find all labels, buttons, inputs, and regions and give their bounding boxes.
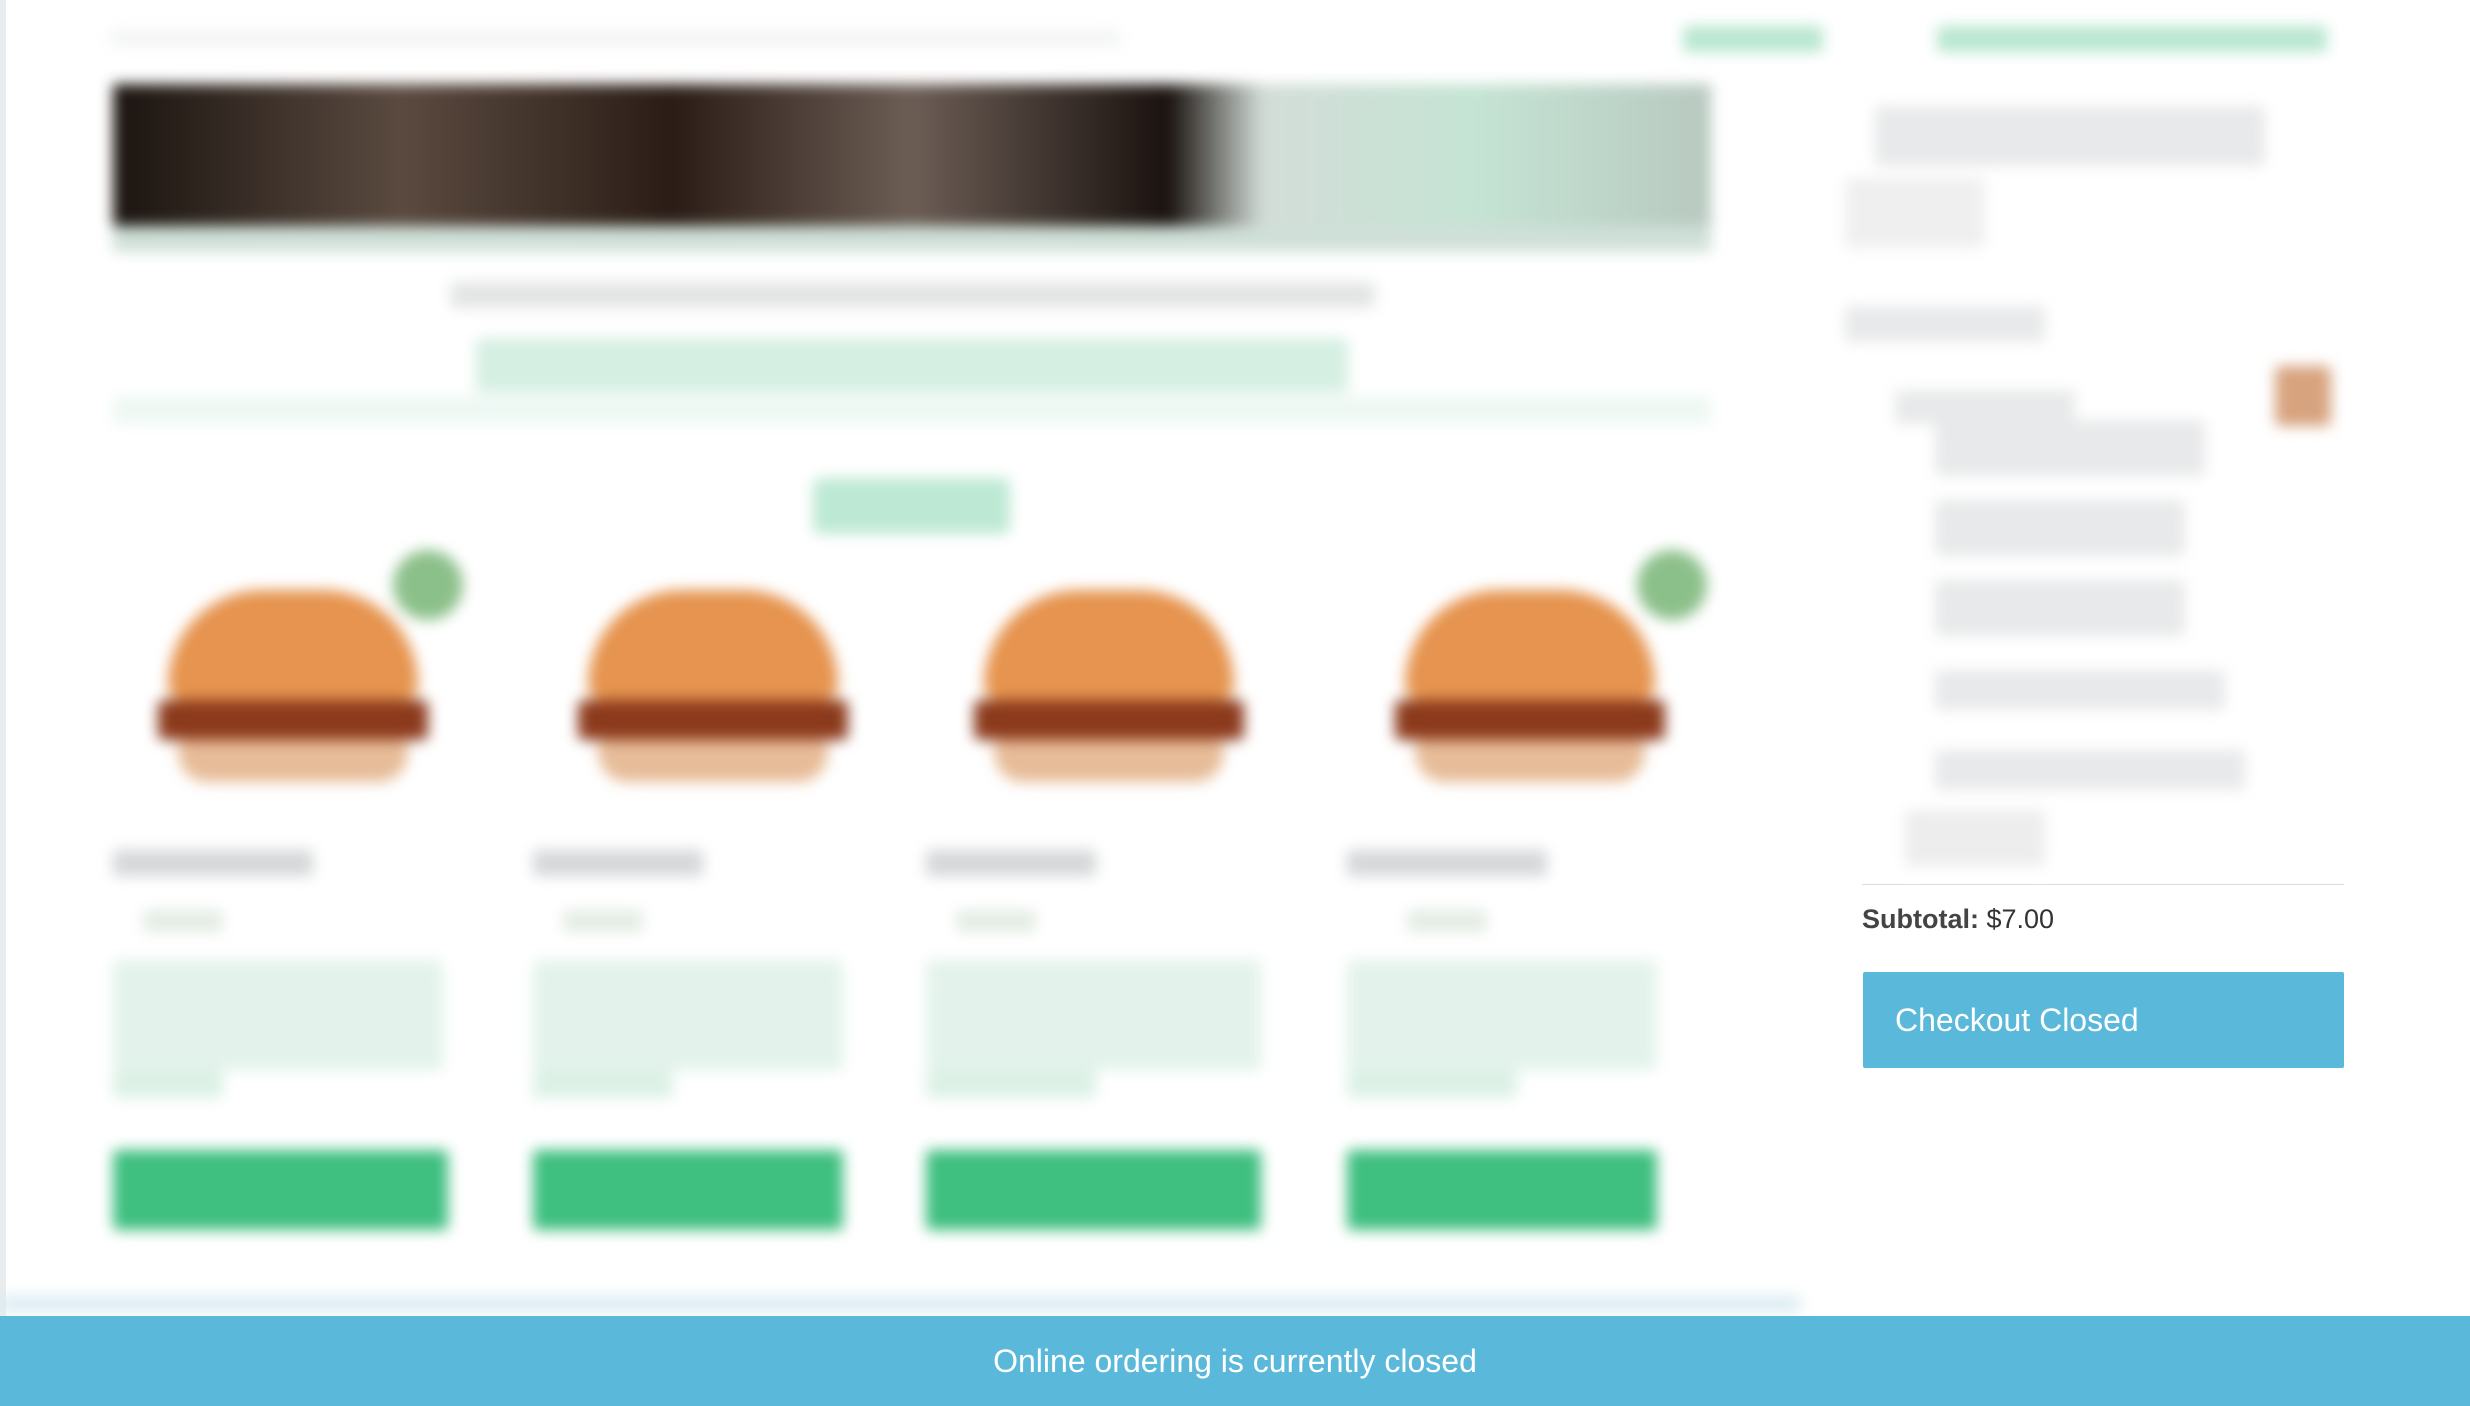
content-bottom-band xyxy=(0,1296,1800,1312)
cart-subtotal: Subtotal: $7.00 xyxy=(1862,904,2054,935)
cart-section-title xyxy=(1845,306,2045,342)
cart-item-option xyxy=(1905,810,2045,866)
account-link[interactable] xyxy=(1937,26,2327,52)
top-nav-link[interactable] xyxy=(1683,26,1823,52)
banner-strip xyxy=(113,226,1711,252)
product-price xyxy=(563,910,643,932)
product-description-tail xyxy=(533,1070,673,1098)
product-name xyxy=(533,850,703,876)
product-price xyxy=(956,910,1036,932)
product-description xyxy=(926,960,1261,1070)
product-name xyxy=(1347,850,1547,876)
cart-item-option xyxy=(1935,420,2205,476)
restaurant-tagline xyxy=(476,338,1348,392)
product-card xyxy=(533,540,913,1240)
category-heading xyxy=(813,478,1010,534)
cart-header xyxy=(1875,106,2265,166)
product-description-tail xyxy=(113,1070,223,1098)
product-price xyxy=(143,910,223,932)
ordering-closed-banner: Online ordering is currently closed xyxy=(0,1316,2470,1406)
cart-item-option xyxy=(1935,500,2185,556)
add-to-cart-button[interactable] xyxy=(533,1150,843,1230)
add-to-cart-button[interactable] xyxy=(1347,1150,1657,1230)
page-root: Subtotal: $7.00 Checkout Closed Online o… xyxy=(0,0,2470,1406)
burger-image xyxy=(158,590,428,790)
cart-item-option xyxy=(1935,670,2225,710)
restaurant-subtitle xyxy=(450,282,1375,308)
add-to-cart-button[interactable] xyxy=(926,1150,1261,1230)
subtotal-value: $7.00 xyxy=(1986,904,2055,934)
product-description-tail xyxy=(926,1070,1096,1098)
cart-header-sub xyxy=(1845,178,1985,248)
leaf-badge-icon xyxy=(393,550,463,620)
cart-item-thumbnail xyxy=(2275,366,2331,426)
product-card xyxy=(113,540,493,1240)
product-name xyxy=(926,850,1096,876)
product-price xyxy=(1407,910,1487,932)
add-to-cart-button[interactable] xyxy=(113,1150,448,1230)
burger-image xyxy=(1395,590,1665,790)
product-card xyxy=(926,540,1306,1240)
product-description xyxy=(113,960,443,1070)
product-name xyxy=(113,850,313,876)
ordering-closed-text: Online ordering is currently closed xyxy=(993,1342,1477,1379)
product-description xyxy=(1347,960,1657,1070)
cart-item-option xyxy=(1935,580,2185,636)
burger-image xyxy=(578,590,848,790)
cart-items-obscured xyxy=(1845,0,2470,870)
checkout-button[interactable]: Checkout Closed xyxy=(1863,972,2344,1068)
top-nav-placeholder xyxy=(110,30,1120,46)
cart-divider xyxy=(1862,884,2344,885)
burger-image xyxy=(974,590,1244,790)
product-description-tail xyxy=(1347,1070,1517,1098)
cart-item-name xyxy=(1895,390,2075,424)
leaf-badge-icon xyxy=(1637,550,1707,620)
menu-content-obscured xyxy=(0,0,1823,1312)
subtotal-label: Subtotal: xyxy=(1862,904,1979,934)
section-divider xyxy=(113,396,1711,424)
product-description xyxy=(533,960,843,1070)
product-card xyxy=(1347,540,1727,1240)
cart-item-option xyxy=(1935,750,2245,790)
